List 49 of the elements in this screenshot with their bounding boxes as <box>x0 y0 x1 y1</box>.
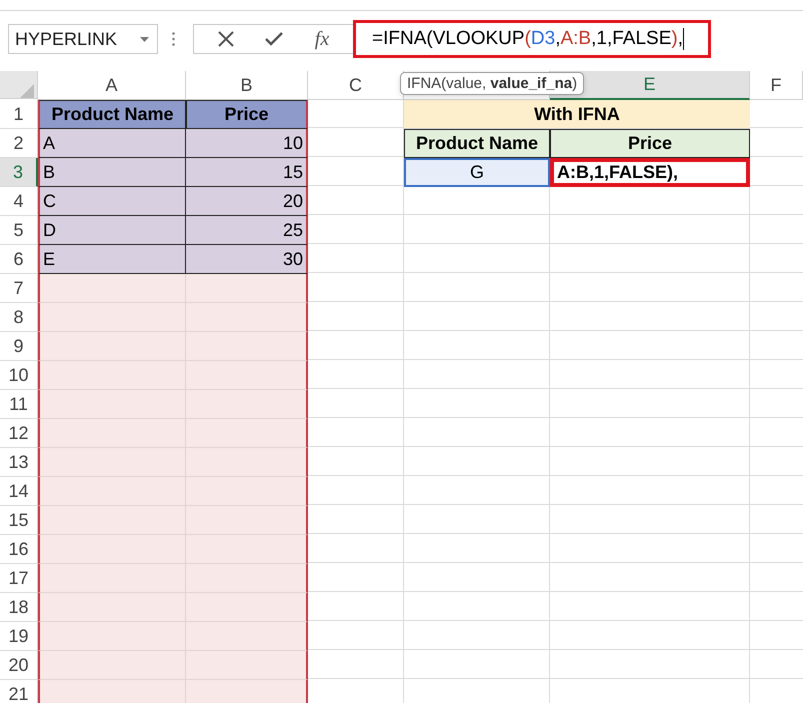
table-cell: B <box>38 158 186 187</box>
table-cell: Product Name <box>38 100 186 129</box>
row-header[interactable]: 18 <box>0 593 38 622</box>
table-cell: A <box>38 129 186 158</box>
row-header[interactable]: 14 <box>0 477 38 506</box>
column-header[interactable]: A <box>38 71 186 100</box>
row-header[interactable]: 20 <box>0 651 38 680</box>
table-cell: 15 <box>186 158 308 187</box>
table-cell: 30 <box>186 245 308 274</box>
table-cell: 20 <box>186 187 308 216</box>
table-cell: D <box>38 216 186 245</box>
row-header[interactable]: 10 <box>0 361 38 390</box>
table-cell: 25 <box>186 216 308 245</box>
checkmark-icon[interactable] <box>265 32 284 46</box>
grip-icon <box>172 32 175 46</box>
row-header[interactable]: 3 <box>0 158 38 187</box>
row-header[interactable]: 4 <box>0 187 38 216</box>
column-header[interactable]: C <box>308 71 404 100</box>
row-header[interactable]: 9 <box>0 332 38 361</box>
row-header[interactable]: 5 <box>0 216 38 245</box>
formula-field[interactable]: =IFNA(VLOOKUP(D3,A:B,1,FALSE), <box>353 20 711 58</box>
name-box[interactable]: HYPERLINK <box>8 24 158 54</box>
row-header[interactable]: 1 <box>0 100 38 129</box>
cancel-icon[interactable] <box>218 31 234 47</box>
row-header[interactable]: 13 <box>0 448 38 477</box>
row-header[interactable]: 11 <box>0 390 38 419</box>
table-cell: Product Name <box>404 129 550 158</box>
row-header[interactable]: 16 <box>0 535 38 564</box>
row-header[interactable]: 12 <box>0 419 38 448</box>
table-cell: G <box>404 158 550 187</box>
column-header[interactable]: B <box>186 71 308 100</box>
table-cell: With IFNA <box>404 100 750 129</box>
table-cell: E <box>38 245 186 274</box>
table-cell: 10 <box>186 129 308 158</box>
row-header[interactable]: 19 <box>0 622 38 651</box>
row-header[interactable]: 15 <box>0 506 38 535</box>
table-cell: C <box>38 187 186 216</box>
row-header[interactable]: 2 <box>0 129 38 158</box>
row-header[interactable]: 6 <box>0 245 38 274</box>
dropdown-icon <box>140 36 149 42</box>
function-tooltip: IFNA(value, value_if_na) <box>400 72 584 95</box>
table-cell: A:B,1,FALSE), <box>550 158 750 187</box>
table-cell: Price <box>550 129 750 158</box>
row-header[interactable]: 8 <box>0 303 38 332</box>
table-cell: Price <box>186 100 308 129</box>
row-header[interactable]: 7 <box>0 274 38 303</box>
insert-function-button[interactable]: fx <box>314 28 330 50</box>
row-header[interactable]: 17 <box>0 564 38 593</box>
column-header[interactable]: F <box>750 71 803 100</box>
